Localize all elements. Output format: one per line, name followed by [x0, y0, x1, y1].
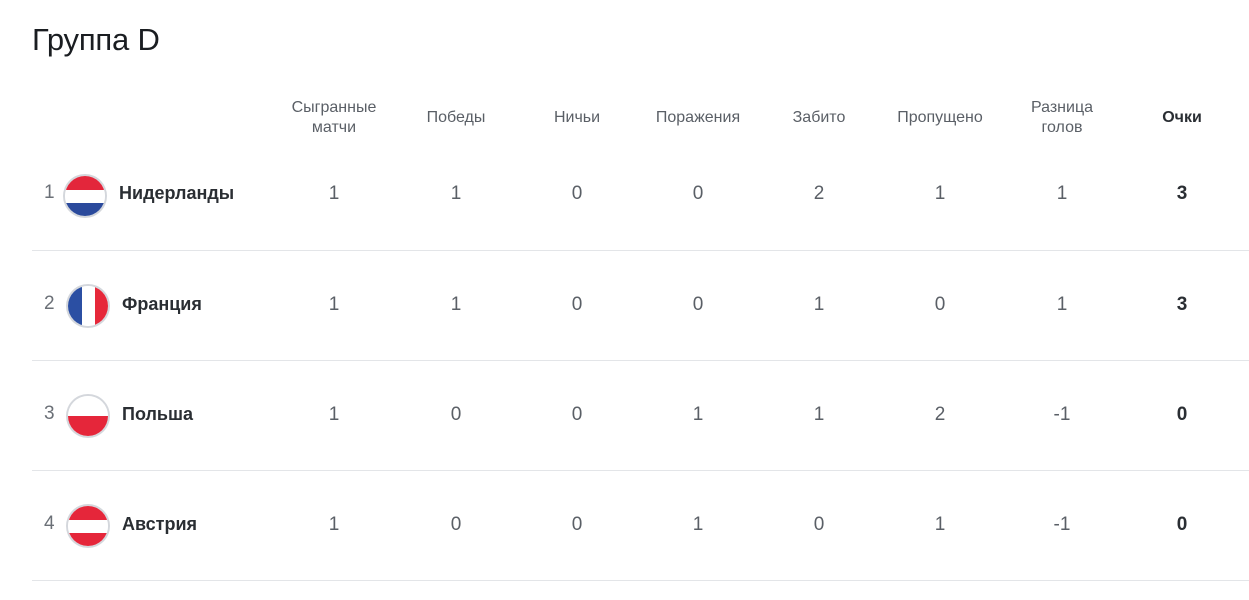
conceded-value: 1 — [934, 514, 946, 535]
conceded-value: 0 — [934, 294, 946, 315]
goal-diff-value: 1 — [1056, 183, 1068, 204]
flag-stripe — [65, 189, 105, 203]
flag-stripe — [68, 416, 108, 436]
france-flag-icon — [68, 286, 108, 326]
goal-diff-value: -1 — [1053, 404, 1071, 425]
wins-value: 0 — [450, 404, 462, 425]
losses-value: 1 — [692, 514, 704, 535]
column-header-diff: Разница голов — [1030, 99, 1094, 136]
poland-flag-icon — [68, 396, 108, 436]
losses-value: 1 — [692, 404, 704, 425]
points-value: 0 — [1176, 404, 1188, 425]
points-value: 0 — [1176, 514, 1188, 535]
team-rank: 2 — [44, 293, 55, 314]
table-row[interactable]: 1 Нидерланды 1 1 0 0 2 1 1 3 — [32, 140, 1249, 251]
column-header-played: Сыгранные матчи — [291, 99, 377, 136]
losses-value: 0 — [692, 183, 704, 204]
scored-value: 1 — [813, 404, 825, 425]
flag-stripe — [68, 286, 82, 326]
draws-value: 0 — [571, 404, 583, 425]
austria-flag-icon — [68, 506, 108, 546]
points-value: 3 — [1176, 183, 1188, 204]
flag-stripe — [65, 202, 105, 216]
draws-value: 0 — [571, 514, 583, 535]
draws-value: 0 — [571, 294, 583, 315]
standings-table: 1 Нидерланды 1 1 0 0 2 1 1 3 2 Франция 1… — [32, 140, 1249, 581]
conceded-value: 1 — [934, 183, 946, 204]
flag-stripe — [68, 506, 108, 520]
table-row[interactable]: 4 Австрия 1 0 0 1 0 1 -1 0 — [32, 471, 1249, 581]
table-row[interactable]: 3 Польша 1 0 0 1 1 2 -1 0 — [32, 361, 1249, 471]
column-header-wins: Победы — [426, 109, 486, 126]
wins-value: 0 — [450, 514, 462, 535]
team-name[interactable]: Польша — [122, 404, 193, 425]
team-rank: 4 — [44, 513, 55, 534]
goal-diff-value: -1 — [1053, 514, 1071, 535]
column-header-losses: Поражения — [655, 109, 741, 126]
flag-stripe — [81, 286, 95, 326]
netherlands-flag-icon — [65, 176, 105, 216]
played-value: 1 — [328, 183, 340, 204]
scored-value: 0 — [813, 514, 825, 535]
flag-stripe — [94, 286, 108, 326]
flag-stripe — [68, 396, 108, 416]
draws-value: 0 — [571, 183, 583, 204]
team-name[interactable]: Франция — [122, 294, 202, 315]
team-name[interactable]: Нидерланды — [119, 183, 234, 204]
losses-value: 0 — [692, 294, 704, 315]
wins-value: 1 — [450, 183, 462, 204]
played-value: 1 — [328, 404, 340, 425]
column-header-draws: Ничьи — [553, 109, 601, 126]
team-rank: 1 — [44, 182, 55, 203]
flag-stripe — [68, 532, 108, 546]
flag-stripe — [65, 176, 105, 190]
conceded-value: 2 — [934, 404, 946, 425]
column-header-points: Очки — [1162, 109, 1202, 126]
table-header: Сыгранные матчи Победы Ничьи Поражения З… — [32, 96, 1249, 140]
scored-value: 1 — [813, 294, 825, 315]
points-value: 3 — [1176, 294, 1188, 315]
column-header-conceded: Пропущено — [897, 109, 983, 126]
played-value: 1 — [328, 294, 340, 315]
goal-diff-value: 1 — [1056, 294, 1068, 315]
scored-value: 2 — [813, 183, 825, 204]
wins-value: 1 — [450, 294, 462, 315]
played-value: 1 — [328, 514, 340, 535]
table-row[interactable]: 2 Франция 1 1 0 0 1 0 1 3 — [32, 251, 1249, 361]
flag-stripe — [68, 519, 108, 533]
column-header-scored: Забито — [792, 109, 846, 126]
group-title: Группа D — [32, 22, 160, 57]
team-name[interactable]: Австрия — [122, 514, 197, 535]
group-standings-page: Группа D Сыгранные матчи Победы Ничьи По… — [0, 0, 1249, 600]
team-rank: 3 — [44, 403, 55, 424]
